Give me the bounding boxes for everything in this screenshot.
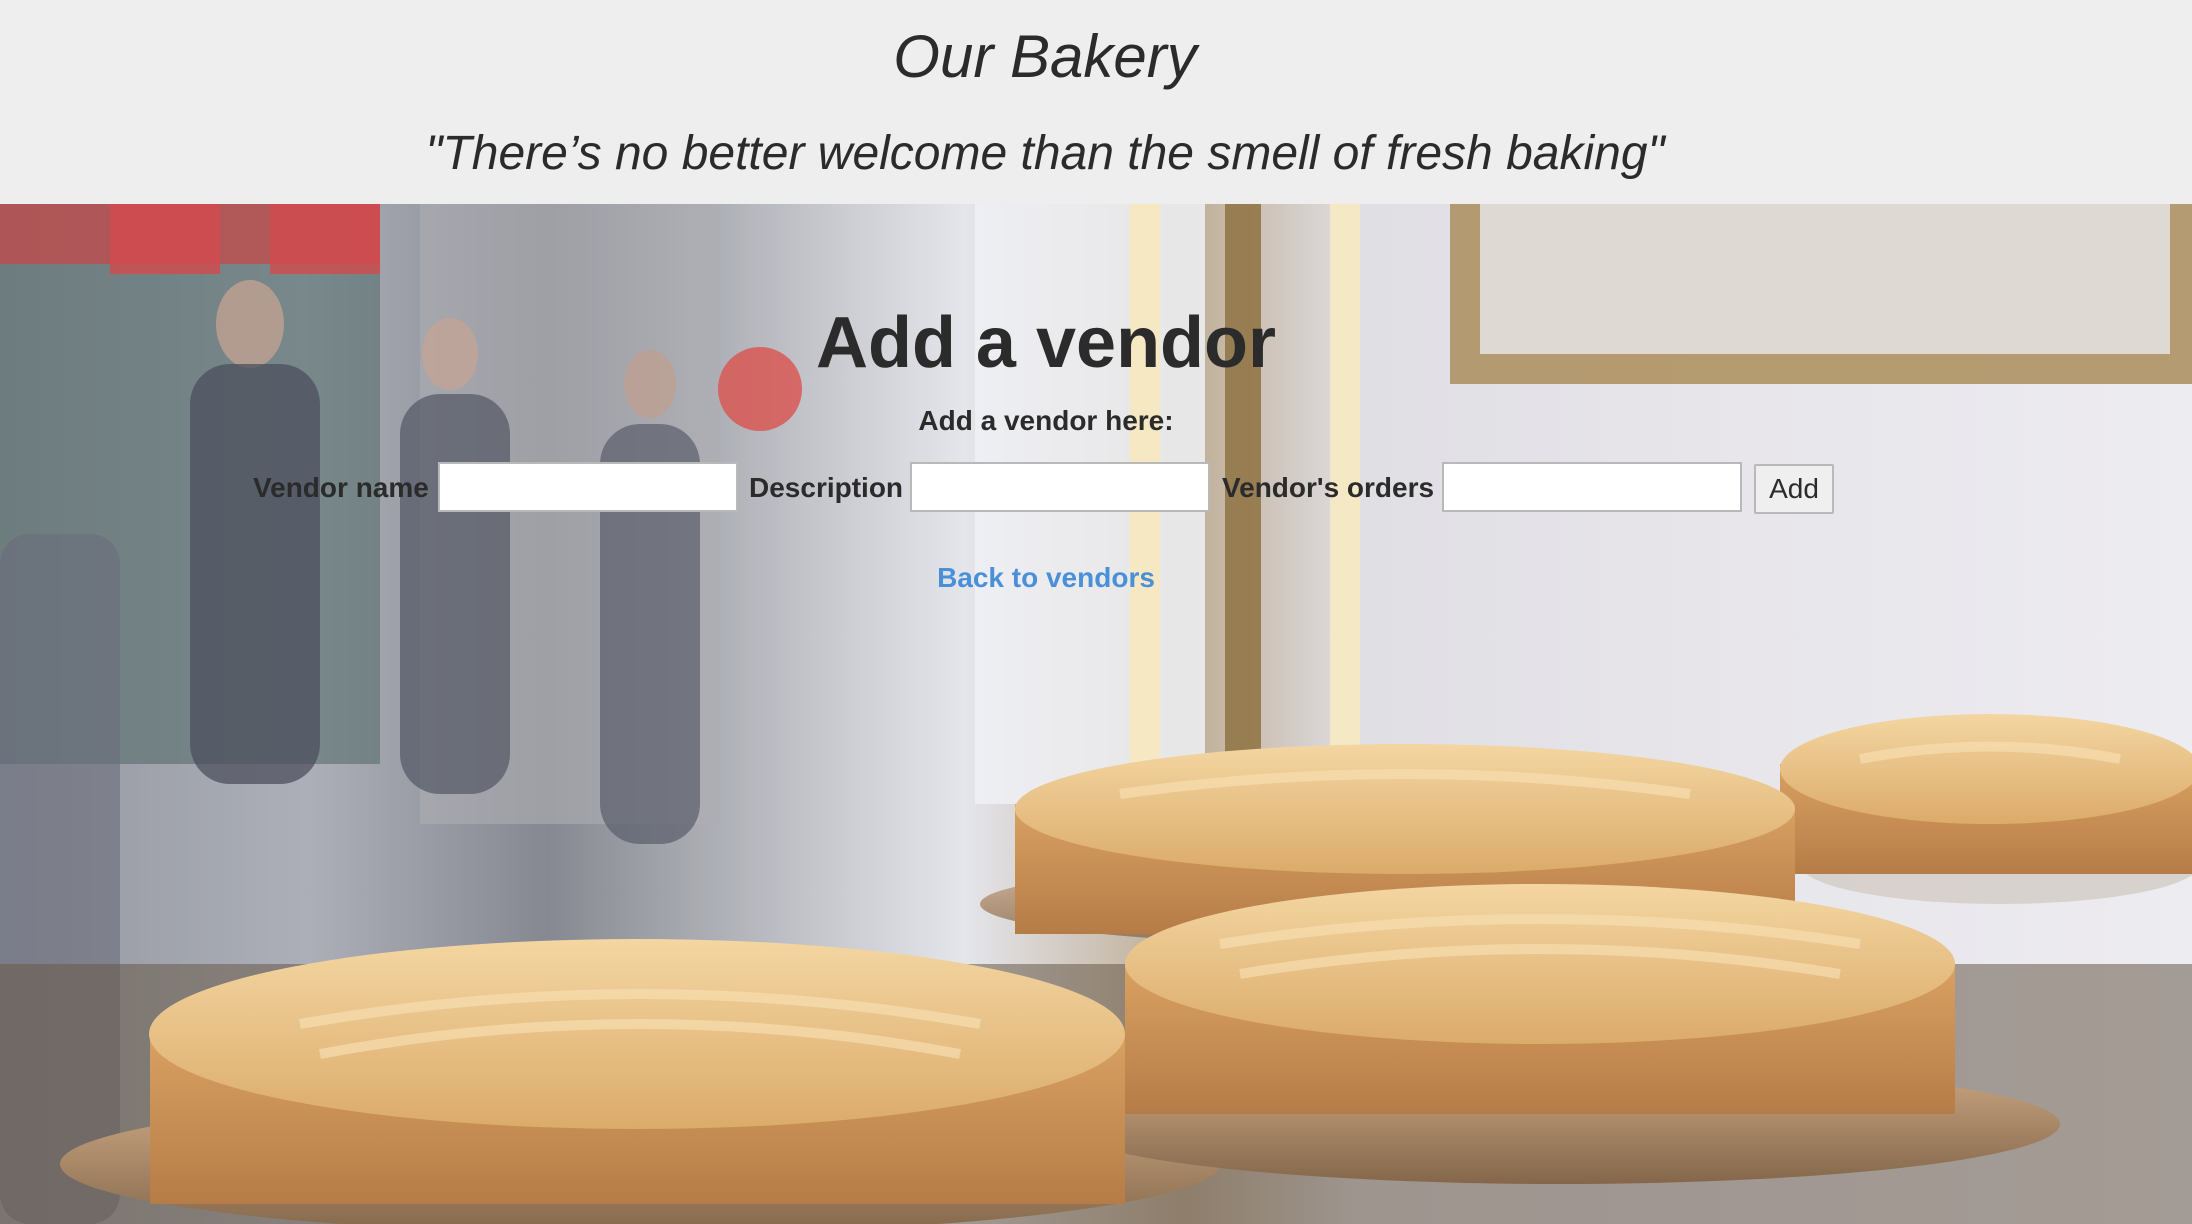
vendor-orders-input[interactable] [1442, 462, 1742, 512]
site-header: Our Bakery "There’s no better welcome th… [0, 0, 2192, 204]
site-tagline: "There’s no better welcome than the smel… [425, 127, 1665, 180]
add-vendor-section: Add a vendor Add a vendor here: Vendor n… [0, 204, 2092, 624]
form-subtitle: Add a vendor here: [918, 405, 1174, 436]
description-input[interactable] [910, 462, 1210, 512]
vendor-name-label: Vendor name [253, 472, 429, 503]
page: Our Bakery "There’s no better welcome th… [0, 0, 2192, 1224]
back-to-vendors-link[interactable]: Back to vendors [937, 562, 1155, 593]
vendor-name-input[interactable] [438, 462, 738, 512]
vendor-orders-label: Vendor's orders [1222, 472, 1435, 503]
description-label: Description [749, 472, 904, 503]
add-button[interactable]: Add [1754, 464, 1834, 514]
site-title: Our Bakery [893, 23, 1197, 90]
form-title: Add a vendor [815, 303, 1277, 383]
back-link-container: Back to vendors [0, 562, 2092, 594]
